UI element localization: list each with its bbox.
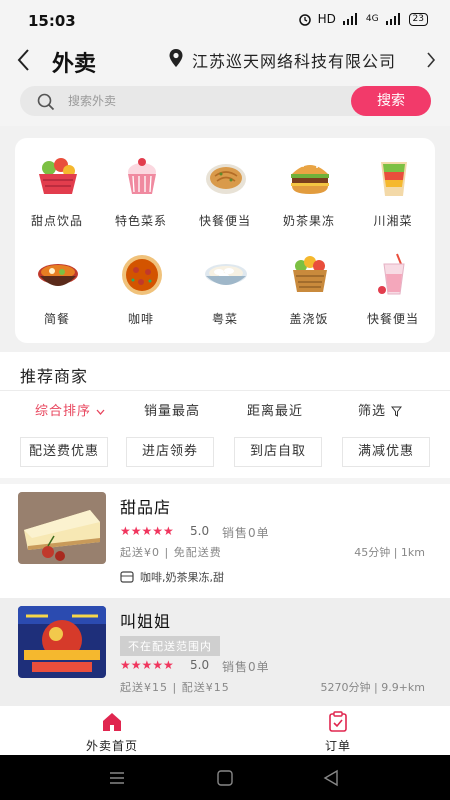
sort-tab-label: 筛选 [358, 404, 387, 419]
category-label: 特色菜系 [114, 214, 167, 228]
cake-icon [128, 158, 156, 194]
eta-distance: 45分钟 | 1km [354, 546, 425, 559]
sort-tab-label: 综合排序 [35, 404, 92, 419]
category-item[interactable]: 快餐便当 [183, 142, 267, 237]
sort-tab-label: 销量最高 [144, 404, 201, 419]
header: 外卖 江苏巡天网络科技有限公司 [0, 40, 450, 80]
search-button[interactable]: 搜索 [351, 86, 431, 116]
location-pin-icon [169, 49, 183, 67]
sort-tab-sales[interactable]: 销量最高 [144, 400, 200, 419]
merchant-name: 叫姐姐 [120, 612, 172, 631]
menu-icon[interactable] [108, 769, 126, 787]
category-item[interactable]: 粤菜 [183, 240, 267, 335]
category-item[interactable]: 甜点饮品 [15, 142, 99, 237]
pizza-icon [122, 255, 162, 295]
merchant-name: 甜品店 [120, 498, 172, 517]
back-icon[interactable] [16, 44, 42, 74]
category-item[interactable]: 盖浇饭 [267, 240, 351, 335]
merchant-tags-text: 咖啡,奶茶果冻,甜 [140, 571, 224, 584]
system-nav-bar [0, 755, 450, 800]
sales-count: 销售0单 [222, 526, 270, 540]
star-rating-icon: ★★★★★ [120, 524, 174, 538]
chevron-down-icon [96, 409, 105, 415]
signal-label: 4G [365, 14, 379, 24]
fruit-basket-icon [39, 158, 77, 194]
nav-item-orders[interactable]: 订单 [278, 711, 398, 755]
out-of-range-badge: 不在配送范围内 [120, 636, 220, 656]
eta-distance: 5270分钟 | 9.9+km [320, 681, 426, 694]
category-item[interactable]: 快餐便当 [351, 240, 435, 335]
milkshake-icon [378, 253, 405, 295]
divider [0, 390, 450, 391]
filter-chip[interactable]: 到店自取 [234, 437, 322, 467]
category-label: 快餐便当 [366, 312, 419, 326]
status-time: 15:03 [28, 12, 76, 30]
network-type: HD [317, 12, 336, 26]
alarm-icon [298, 14, 311, 26]
search-icon [37, 93, 55, 111]
filter-chip[interactable]: 进店领券 [126, 437, 214, 467]
section-title: 推荐商家 [20, 367, 89, 386]
location-selector[interactable]: 江苏巡天网络科技有限公司 [192, 48, 396, 72]
category-label: 咖啡 [127, 312, 154, 326]
category-label: 奶茶果冻 [282, 214, 335, 228]
delivery-info: 起送¥15 | 配送¥15 [120, 681, 230, 694]
shop-icon [120, 571, 134, 583]
merchant-card[interactable]: 甜品店 ★★★★★ 5.0 销售0单 起送¥0 | 免配送费 45分钟 | 1k… [0, 484, 450, 594]
pancake-icon [206, 164, 246, 194]
merchant-image [18, 492, 106, 564]
search-input[interactable] [68, 91, 338, 111]
hotpot-icon [38, 264, 78, 286]
merchant-tags: 咖啡,奶茶果冻,甜 [120, 569, 224, 585]
category-label: 川湘菜 [373, 214, 413, 228]
category-grid: 甜点饮品 特色菜系 快餐便当 奶茶果冻 川湘菜 简餐 咖啡 粤菜 盖浇饭 快餐便… [15, 138, 435, 343]
category-label: 盖浇饭 [289, 312, 329, 326]
merchant-image [18, 606, 106, 678]
merchant-card[interactable]: 叫姐姐 不在配送范围内 ★★★★★ 5.0 销售0单 起送¥15 | 配送¥15… [0, 598, 450, 705]
chevron-right-icon[interactable] [426, 44, 436, 76]
home-square-icon[interactable] [216, 769, 234, 787]
rating-score: 5.0 [190, 658, 210, 672]
nav-item-home[interactable]: 外卖首页 [52, 711, 172, 755]
filter-chip[interactable]: 配送费优惠 [20, 437, 108, 467]
category-item[interactable]: 简餐 [15, 240, 99, 335]
category-label: 粤菜 [211, 312, 238, 326]
sort-tab-filter[interactable]: 筛选 [358, 400, 403, 419]
back-triangle-icon[interactable] [322, 769, 340, 787]
status-bar: 15:03 HD 4G 23 [0, 0, 450, 40]
home-icon [103, 713, 121, 731]
page-title: 外卖 [52, 52, 97, 77]
signal-icon [342, 13, 357, 25]
dumpling-bowl-icon [205, 264, 247, 285]
search-box: 搜索 [20, 86, 431, 116]
search-bar: 搜索 [0, 80, 450, 126]
filter-chip[interactable]: 满减优惠 [342, 437, 430, 467]
sort-tab-distance[interactable]: 距离最近 [247, 400, 303, 419]
order-icon [329, 711, 347, 732]
nav-label: 外卖首页 [85, 739, 138, 753]
burger-icon [291, 162, 329, 194]
sort-tab-label: 距离最近 [247, 404, 304, 419]
delivery-info: 起送¥0 | 免配送费 [120, 546, 222, 559]
category-label: 快餐便当 [198, 214, 251, 228]
nav-label: 订单 [324, 739, 351, 753]
star-rating-icon: ★★★★★ [120, 658, 174, 672]
wrap-icon [381, 162, 407, 196]
sales-count: 销售0单 [222, 660, 270, 674]
status-indicators: HD 4G 23 [298, 12, 428, 26]
category-label: 甜点饮品 [30, 214, 83, 228]
category-item[interactable]: 奶茶果冻 [267, 142, 351, 237]
battery-icon: 23 [408, 12, 428, 26]
bottom-nav: 外卖首页 订单 [0, 705, 450, 755]
category-item[interactable]: 川湘菜 [351, 142, 435, 237]
grocery-basket-icon [293, 256, 327, 292]
filter-icon [391, 406, 403, 417]
category-item[interactable]: 咖啡 [99, 240, 183, 335]
signal-icon-2 [385, 13, 400, 25]
category-item[interactable]: 特色菜系 [99, 142, 183, 237]
category-label: 简餐 [43, 312, 70, 326]
sort-tab-comprehensive[interactable]: 综合排序 [35, 400, 105, 419]
rating-score: 5.0 [190, 524, 210, 538]
